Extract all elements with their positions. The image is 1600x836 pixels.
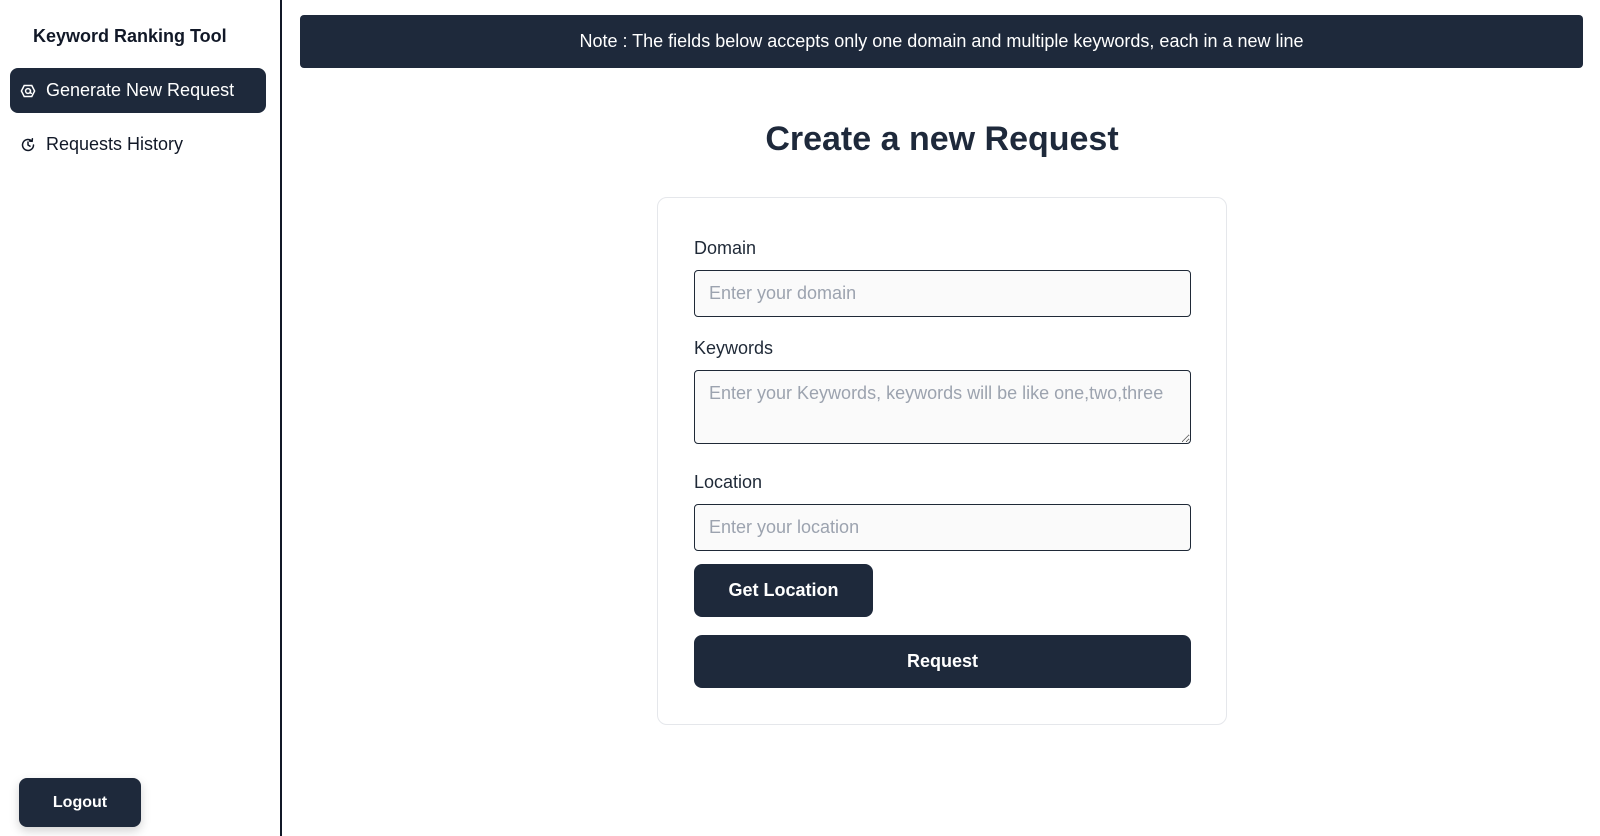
page-title: Create a new Request	[765, 120, 1119, 158]
note-text: Note : The fields below accepts only one…	[579, 31, 1304, 51]
sidebar-item-label: Requests History	[46, 134, 184, 154]
sidebar-item-label: Generate New Request	[46, 80, 235, 100]
domain-label: Domain	[694, 238, 757, 258]
app-root: Keyword Ranking Tool Generate New Reques…	[0, 0, 1600, 836]
keywords-label: Keywords	[694, 338, 774, 358]
location-input[interactable]	[694, 504, 1191, 551]
domain-input[interactable]	[694, 270, 1191, 317]
main-content: Note : The fields below accepts only one…	[284, 0, 1600, 836]
sidebar-item-requests-history[interactable]: Requests History	[10, 122, 266, 167]
keywords-textarea[interactable]	[694, 370, 1191, 444]
location-label: Location	[694, 472, 763, 492]
get-location-button[interactable]: Get Location	[694, 564, 873, 617]
logout-button[interactable]: Logout	[19, 778, 141, 827]
request-form: Domain Keywords Location Get Location Re…	[657, 197, 1227, 725]
note-banner: Note : The fields below accepts only one…	[300, 15, 1583, 68]
at-sign-icon	[20, 83, 36, 99]
history-icon	[20, 137, 36, 153]
request-submit-button[interactable]: Request	[694, 635, 1191, 688]
sidebar-item-generate-new-request[interactable]: Generate New Request	[10, 68, 266, 113]
sidebar: Keyword Ranking Tool Generate New Reques…	[0, 0, 282, 836]
app-brand: Keyword Ranking Tool	[33, 26, 227, 46]
